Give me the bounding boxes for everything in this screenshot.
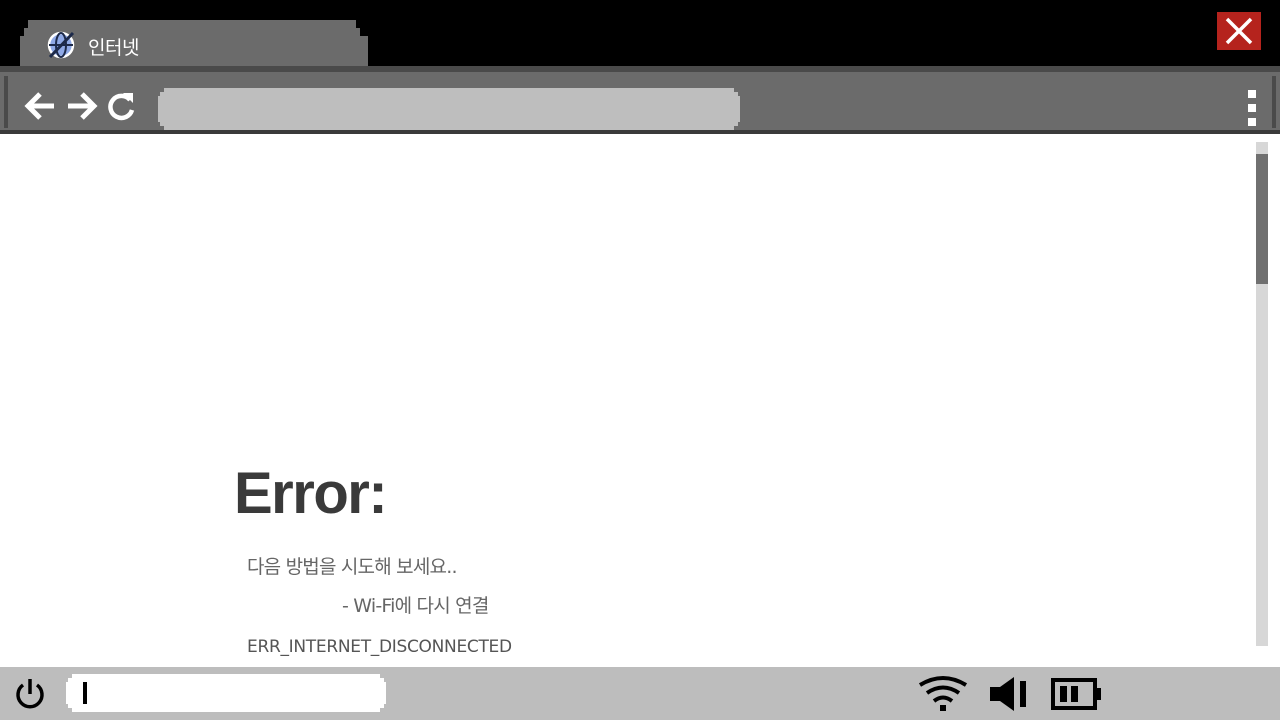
close-icon	[1225, 17, 1253, 45]
text-cursor	[83, 682, 87, 704]
wifi-icon[interactable]	[918, 675, 968, 713]
scrollbar-thumb[interactable]	[1256, 154, 1268, 284]
error-hint: 다음 방법을 시도해 보세요..	[247, 556, 457, 578]
arrow-right-icon[interactable]	[64, 90, 98, 122]
page-content: Error: 다음 방법을 시도해 보세요.. - Wi-Fi에 다시 연결 E…	[0, 134, 1280, 667]
title-bar: 인터넷	[0, 0, 1280, 68]
scrollbar-track[interactable]	[1256, 142, 1268, 646]
kebab-menu-icon[interactable]	[1238, 90, 1266, 130]
reload-icon[interactable]	[104, 90, 138, 122]
battery-icon[interactable]	[1050, 675, 1104, 713]
power-icon[interactable]	[12, 676, 48, 712]
tab-title: 인터넷	[88, 37, 139, 59]
address-bar[interactable]	[158, 88, 740, 130]
arrow-left-icon[interactable]	[24, 90, 58, 122]
browser-toolbar	[0, 66, 1280, 134]
globe-icon	[47, 31, 75, 59]
taskbar-search-input[interactable]	[66, 674, 386, 712]
error-code: ERR_INTERNET_DISCONNECTED	[247, 637, 512, 657]
taskbar	[0, 667, 1280, 720]
volume-icon[interactable]	[988, 675, 1032, 713]
browser-tab[interactable]: 인터넷	[20, 20, 368, 68]
error-title: Error:	[234, 461, 388, 526]
close-button[interactable]	[1217, 12, 1261, 50]
error-suggestion: - Wi-Fi에 다시 연결	[342, 595, 489, 617]
